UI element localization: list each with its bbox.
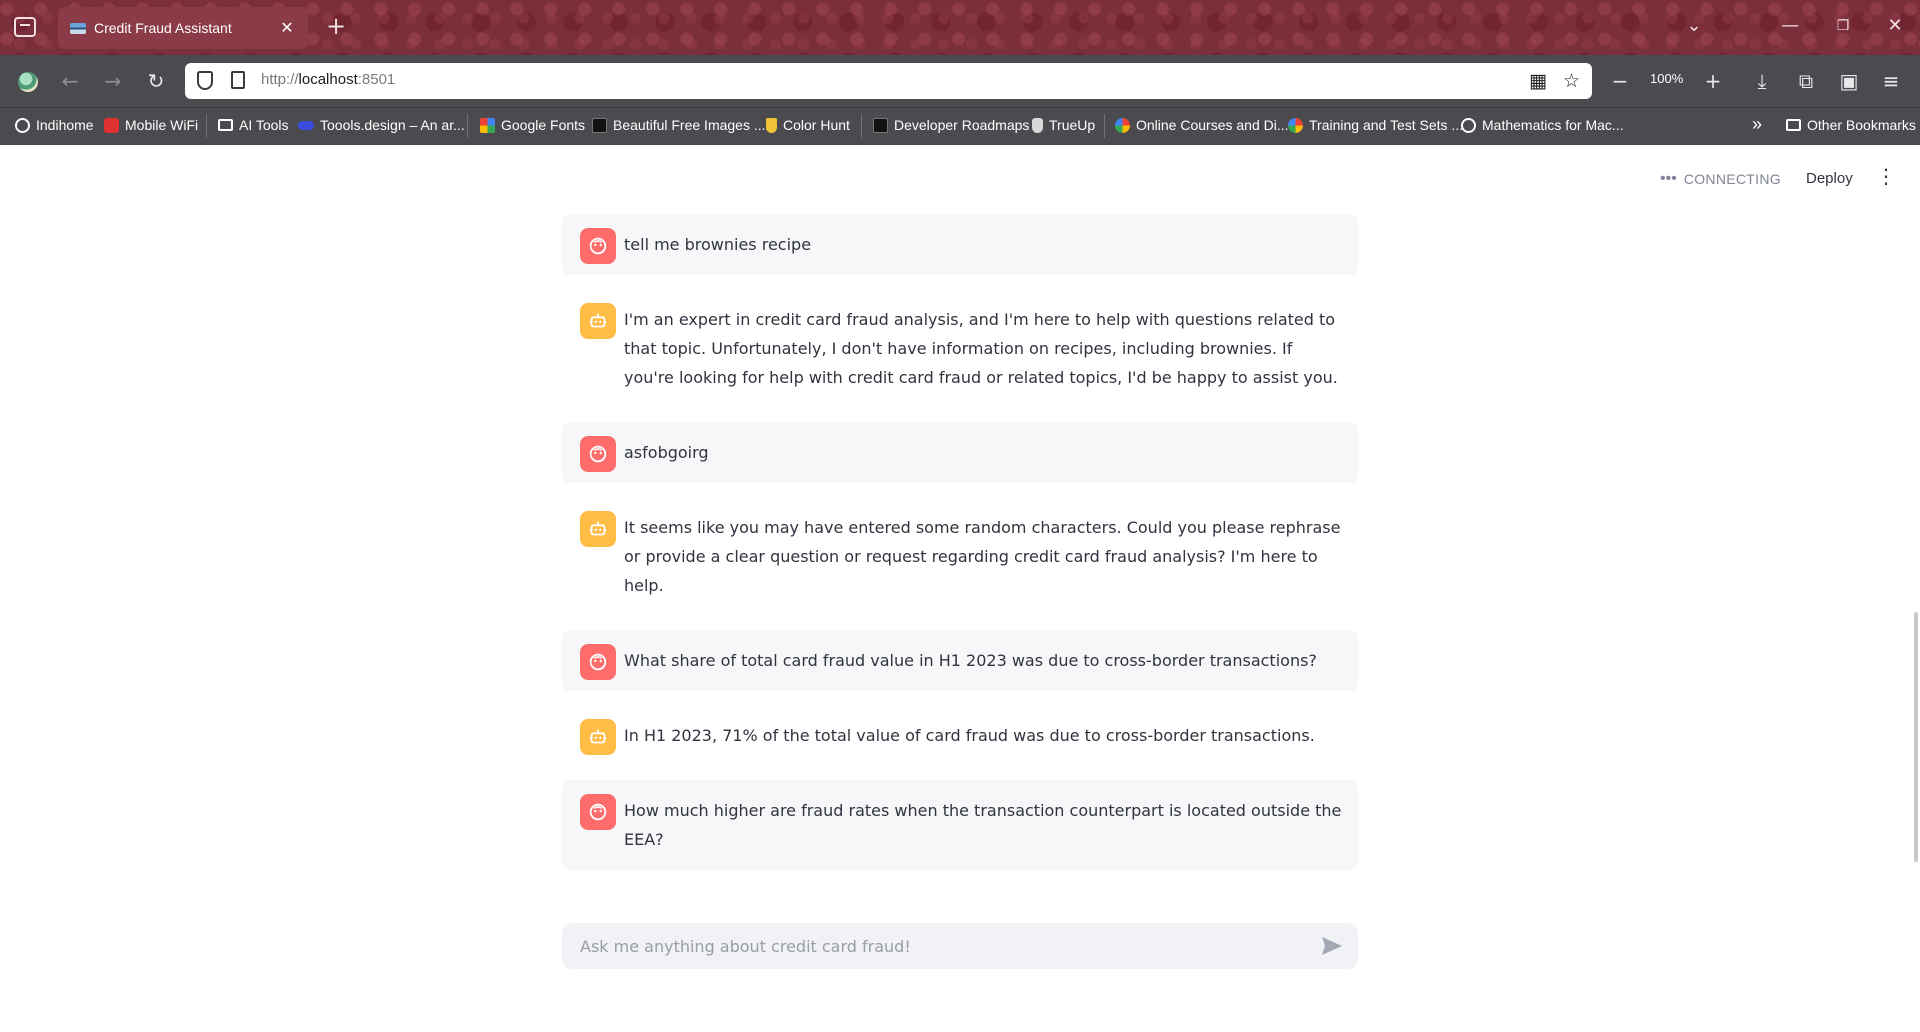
assistant-robot-icon [580,303,616,339]
status-dots-icon: ••• [1660,170,1677,187]
user-avatar-icon [580,794,616,830]
chat-message-assistant: I'm an expert in credit card fraud analy… [562,289,1358,408]
globe-icon [1461,117,1476,133]
chat-message-user: What share of total card fraud value in … [562,630,1358,691]
bookmark-trueup[interactable]: TrueUp [1032,117,1095,133]
status-text: CONNECTING [1683,171,1781,187]
google-icon [1288,117,1303,133]
user-avatar-icon [580,644,616,680]
bookmark-beautiful-free-images[interactable]: Beautiful Free Images ... [592,117,766,133]
browser-titlebar: Credit Fraud Assistant ✕ + ⌄ — ❐ ✕ [0,0,1920,55]
qr-grid-icon[interactable]: ▦ [1529,69,1547,93]
back-arrow-icon[interactable]: ← [56,67,84,95]
forward-arrow-icon[interactable]: → [99,67,127,95]
new-tab-plus-icon[interactable]: + [326,14,346,38]
message-text: It seems like you may have entered some … [624,518,1341,595]
message-text: In H1 2023, 71% of the total value of ca… [624,726,1315,745]
huawei-icon [104,117,119,133]
restore-window-icon[interactable]: ❐ [1828,13,1858,39]
folder-icon [1786,119,1801,131]
unsplash-icon [592,117,607,133]
tab-credit-fraud-assistant[interactable]: Credit Fraud Assistant ✕ [58,7,308,49]
bookmark-mobile-wifi[interactable]: Mobile WiFi [104,117,198,133]
chat-message-assistant: It seems like you may have entered some … [562,497,1358,616]
downloads-icon[interactable]: ⤓ [1748,67,1776,95]
zoom-out-minus-icon[interactable]: − [1606,67,1634,95]
message-text: asfobgoirg [624,443,709,462]
url-text[interactable]: http://localhost:8501 [261,71,395,88]
credit-card-favicon-icon [70,22,86,34]
chat-message-user: asfobgoirg [562,422,1358,483]
chat-message-user: How much higher are fraud rates when the… [562,780,1358,870]
url-bar[interactable]: http://localhost:8501 ▦ ☆ [185,63,1592,99]
assistant-robot-icon [580,719,616,755]
bookmark-google-fonts[interactable]: Google Fonts [480,117,585,133]
zoom-in-plus-icon[interactable]: + [1699,67,1727,95]
hamburger-menu-icon[interactable]: ≡ [1877,67,1905,95]
bookmark-toools-design[interactable]: Toools.design – An ar... [298,117,465,133]
deploy-button[interactable]: Deploy [1806,170,1853,187]
message-text: tell me brownies recipe [624,235,812,254]
reload-icon[interactable]: ↻ [142,67,170,95]
bookmark-mathematics[interactable]: Mathematics for Mac... [1461,117,1624,133]
more-bookmarks-chevron-icon[interactable]: » [1752,114,1762,135]
scrollbar-thumb[interactable] [1914,612,1918,862]
globe-icon [15,117,30,133]
page-info-icon[interactable] [231,71,245,89]
folder-icon [218,119,233,131]
chat-message-user: tell me brownies recipe [562,214,1358,275]
message-text: How much higher are fraud rates when the… [624,801,1342,849]
zoom-level[interactable]: 100% [1650,71,1683,86]
extensions-puzzle-icon[interactable]: ⧉ [1792,67,1820,95]
main-menu-kebab-icon[interactable]: ⋮ [1876,166,1896,186]
bookmark-indihome[interactable]: Indihome [15,117,94,133]
bookmark-online-courses[interactable]: Online Courses and Di... [1115,117,1289,133]
bookmark-separator [1104,114,1105,138]
bookmark-folder-ai-tools[interactable]: AI Tools [218,117,289,133]
list-all-tabs-chevron-down-icon[interactable]: ⌄ [1679,13,1709,39]
google-icon [1115,117,1130,133]
chat-input[interactable] [562,923,1302,969]
roadmap-icon [873,117,888,133]
tab-overview-icon[interactable] [14,17,36,37]
bookmark-developer-roadmaps[interactable]: Developer Roadmaps [873,117,1029,133]
close-icon[interactable]: ✕ [278,20,296,36]
bookmark-separator [467,114,468,138]
synced-tabs-icon[interactable]: ▣ [1835,67,1863,95]
user-avatar-icon [580,436,616,472]
bookmark-separator [206,114,207,138]
tab-title: Credit Fraud Assistant [94,20,232,36]
bookmark-other-bookmarks[interactable]: Other Bookmarks [1786,117,1916,133]
close-window-icon[interactable]: ✕ [1880,13,1910,39]
chat-input-container [562,923,1358,969]
color-hunt-icon [766,117,777,133]
bookmark-color-hunt[interactable]: Color Hunt [766,117,850,133]
chat-message-assistant: In H1 2023, 71% of the total value of ca… [562,705,1358,766]
trueup-icon [1032,117,1043,133]
user-avatar-icon [580,228,616,264]
message-text: I'm an expert in credit card fraud analy… [624,310,1338,387]
chat-history: tell me brownies recipe I'm an expert in… [562,214,1358,884]
message-text: What share of total card fraud value in … [624,651,1317,670]
streamlit-app: ••• CONNECTING Deploy ⋮ tell me brownies… [0,145,1920,1032]
google-fonts-icon [480,117,495,133]
tracking-protection-shield-icon[interactable] [197,71,213,90]
profile-avatar-icon[interactable] [18,72,38,92]
bookmark-separator [861,114,862,138]
connection-status: ••• CONNECTING [1660,170,1781,188]
minimize-icon[interactable]: — [1775,13,1805,39]
bookmark-training-test-sets[interactable]: Training and Test Sets ... [1288,117,1463,133]
bookmark-star-icon[interactable]: ☆ [1563,69,1580,93]
toools-icon [298,120,314,130]
assistant-robot-icon [580,511,616,547]
send-icon[interactable] [1320,935,1344,957]
